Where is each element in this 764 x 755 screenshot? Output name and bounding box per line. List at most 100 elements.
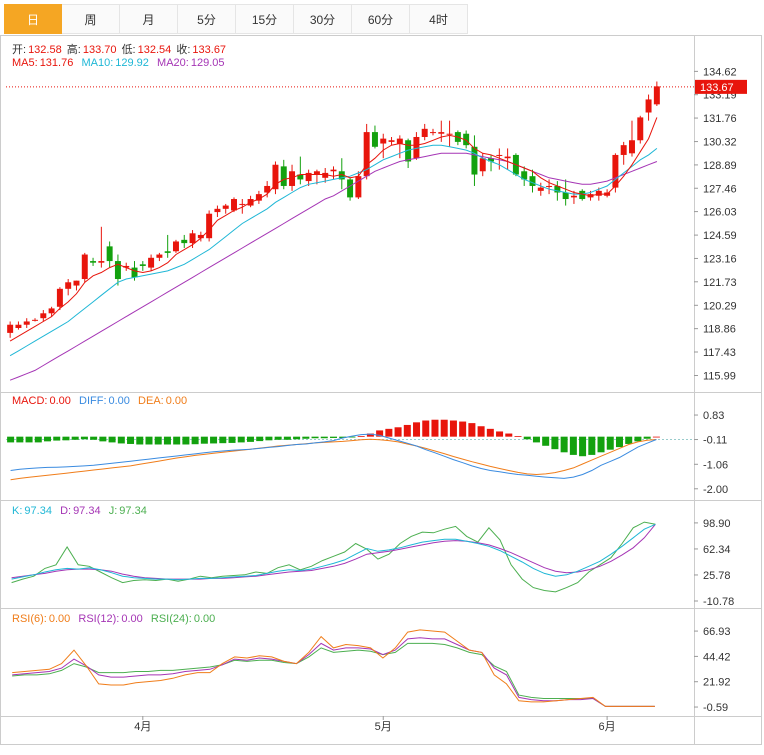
macd-bar [90, 436, 98, 440]
candle-body [73, 280, 80, 286]
macd-bar [514, 436, 522, 437]
macd-bar [413, 422, 421, 437]
price-tick-label: 115.99 [703, 371, 736, 383]
candle-body [148, 257, 155, 268]
candle-body [189, 233, 196, 244]
diff-label: DIFF: [79, 395, 107, 407]
macd-bar [25, 436, 33, 443]
rsi-tick-label: 44.42 [703, 651, 731, 663]
candle-body [330, 169, 337, 172]
price-tick-label: 128.89 [703, 160, 737, 172]
candle-body [15, 324, 22, 328]
macd-label: MACD: [12, 395, 48, 407]
rsi-info: RSI(6): 0.00 RSI(12): 0.00 RSI(24): 0.00 [12, 613, 217, 625]
candle-body [231, 199, 237, 211]
macd-bar [394, 427, 402, 437]
candle-body [504, 156, 511, 159]
candle-body [214, 208, 221, 213]
candle-body [380, 138, 387, 144]
rsi12-value: 0.00 [121, 613, 143, 625]
rsi6-value: 0.00 [48, 613, 71, 625]
candle-body [7, 324, 14, 333]
candle-body [139, 264, 146, 266]
macd-bar [496, 431, 504, 437]
ma10-value: 129.92 [115, 57, 149, 69]
macd-value: 0.00 [49, 395, 71, 407]
kdj-tick-label: 25.78 [703, 570, 731, 582]
macd-bar [615, 436, 623, 448]
rsi-tick-label: 66.93 [703, 626, 731, 638]
kdj-tick-label: -10.78 [703, 596, 734, 608]
candle-body [388, 140, 395, 142]
candle-body [131, 267, 138, 278]
price-tick-label: 130.32 [703, 137, 737, 149]
low-label: 低: [121, 44, 136, 56]
macd-bar [440, 419, 448, 437]
macd-bar [173, 436, 181, 445]
kdj-tick-label: 98.90 [703, 518, 731, 530]
d-label: D: [60, 505, 72, 517]
candle-body [479, 158, 486, 172]
date-tick-label: 6月 [599, 721, 616, 733]
current-price-label: 133.67 [700, 82, 734, 94]
macd-bar [293, 436, 301, 440]
stock-chart: 134.62133.19131.76130.32128.89127.46126.… [0, 35, 762, 745]
candle-body [164, 251, 171, 253]
macd-bar [320, 436, 328, 439]
candle-body [114, 261, 121, 280]
macd-bar [477, 426, 485, 437]
price-tick-label: 131.76 [703, 113, 737, 125]
price-tick-label: 118.86 [703, 324, 736, 336]
kdj-info: K: 97.34 D: 97.34 J: 97.34 [12, 505, 149, 517]
macd-bar [459, 421, 467, 437]
candle-body [628, 140, 635, 154]
candle-body [347, 179, 354, 198]
macd-bar [246, 436, 254, 442]
ma-info: MA5: 131.76 MA10: 129.92 MA20: 129.05 [12, 57, 227, 69]
d-line [11, 523, 656, 580]
macd-bar [228, 436, 236, 443]
k-label: K: [12, 505, 23, 517]
macd-tick-label: -0.11 [703, 435, 727, 447]
macd-bar [191, 436, 199, 445]
macd-bar [652, 436, 660, 438]
macd-bar [237, 436, 245, 443]
macd-bar [136, 436, 144, 445]
price-tick-label: 121.73 [703, 277, 737, 289]
candle-body [529, 176, 536, 186]
macd-bar [145, 436, 153, 445]
macd-bar [597, 436, 605, 453]
candle-body [645, 99, 652, 113]
candle-body [612, 154, 619, 188]
rsi24-line [12, 642, 655, 707]
macd-bar [311, 436, 319, 439]
macd-bar [16, 436, 24, 443]
macd-bar [634, 436, 642, 442]
macd-bar [34, 436, 42, 443]
date-tick-label: 4月 [134, 721, 151, 733]
macd-bar [560, 436, 568, 453]
price-tick-label: 120.29 [703, 300, 737, 312]
candle-body [106, 246, 113, 262]
candle-body [570, 195, 577, 198]
k-value: 97.34 [24, 505, 52, 517]
candle-body [65, 282, 72, 289]
ma20-value: 129.05 [190, 57, 225, 69]
macd-bar [182, 436, 190, 445]
macd-bar [53, 436, 61, 441]
j-label: J: [108, 505, 118, 517]
price-tick-label: 123.16 [703, 253, 737, 265]
macd-bar [468, 423, 476, 437]
ma10-label: MA10: [81, 57, 114, 69]
macd-bar [551, 436, 559, 450]
candle-body [23, 321, 30, 325]
candle-body [438, 132, 445, 134]
macd-bar [422, 420, 430, 437]
candle-body [40, 313, 47, 319]
macd-bar [80, 436, 88, 440]
macd-bar [329, 436, 338, 438]
candle-body [496, 154, 503, 156]
macd-info: MACD: 0.00 DIFF: 0.00 DEA: 0.00 [12, 395, 189, 407]
macd-bar [606, 436, 614, 450]
macd-bar [256, 436, 264, 442]
